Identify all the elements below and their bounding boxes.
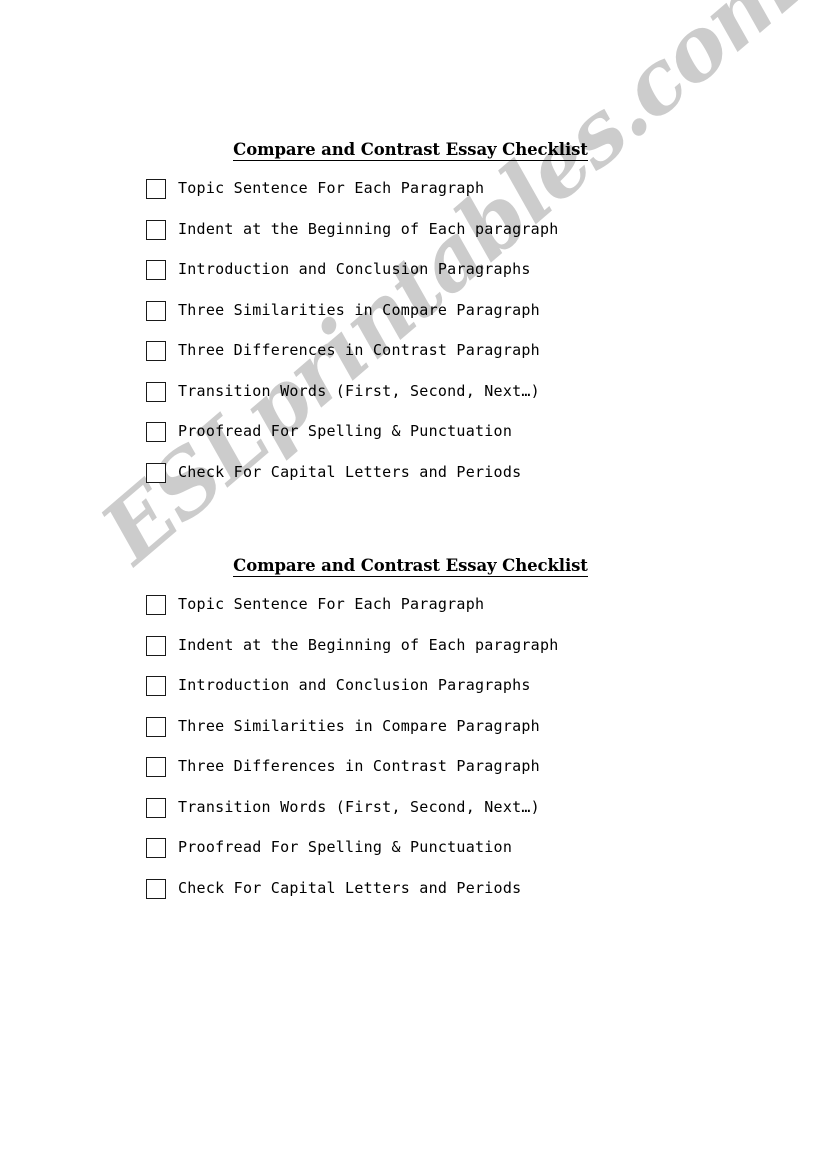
checkbox-icon[interactable] (146, 179, 166, 199)
checklist-item-label: Transition Words (First, Second, Next…) (178, 797, 540, 816)
checklist-item[interactable]: Transition Words (First, Second, Next…) (0, 379, 821, 420)
checklist-item[interactable]: Check For Capital Letters and Periods (0, 876, 821, 917)
checklist-item-label: Introduction and Conclusion Paragraphs (178, 676, 531, 694)
checklist-item-label: Topic Sentence For Each Paragraph (178, 595, 485, 613)
checklist-item[interactable]: Indent at the Beginning of Each paragrap… (0, 633, 821, 674)
checklist-item[interactable]: Proofread For Spelling & Punctuation (0, 419, 821, 460)
checklist-items-1: Topic Sentence For Each Paragraph Indent… (0, 176, 821, 500)
checklist-items-2: Topic Sentence For Each Paragraph Indent… (0, 592, 821, 916)
checklist-item[interactable]: Introduction and Conclusion Paragraphs (0, 257, 821, 298)
checklist-item[interactable]: Topic Sentence For Each Paragraph (0, 592, 821, 633)
checklist-title-1-text: Compare and Contrast Essay Checklist (233, 140, 588, 161)
checklist-item[interactable]: Topic Sentence For Each Paragraph (0, 176, 821, 217)
checkbox-icon[interactable] (146, 300, 166, 321)
checklist-item[interactable]: Three Similarities in Compare Paragraph (0, 298, 821, 339)
checklist-item[interactable]: Transition Words (First, Second, Next…) (0, 795, 821, 836)
checklist-item-label: Introduction and Conclusion Paragraphs (178, 260, 531, 278)
checkbox-icon[interactable] (146, 797, 166, 818)
checkbox-icon[interactable] (146, 260, 166, 280)
checklist-item[interactable]: Three Similarities in Compare Paragraph (0, 714, 821, 755)
checklist-item[interactable]: Three Differences in Contrast Paragraph (0, 754, 821, 795)
checklist-item-label: Check For Capital Letters and Periods (178, 462, 522, 481)
checklist-item-label: Three Similarities in Compare Paragraph (178, 300, 540, 319)
checkbox-icon[interactable] (146, 341, 166, 361)
checklist-item-label: Three Differences in Contrast Paragraph (178, 341, 540, 359)
checklist-title-2-text: Compare and Contrast Essay Checklist (233, 556, 588, 577)
checklist-item-label: Three Similarities in Compare Paragraph (178, 716, 540, 735)
checklist-item-label: Three Differences in Contrast Paragraph (178, 757, 540, 775)
checklist-item-label: Indent at the Beginning of Each paragrap… (178, 219, 559, 238)
checklist-item-label: Transition Words (First, Second, Next…) (178, 381, 540, 400)
checkbox-icon[interactable] (146, 757, 166, 777)
checkbox-icon[interactable] (146, 838, 166, 858)
checklist-item-label: Proofread For Spelling & Punctuation (178, 838, 513, 856)
checkbox-icon[interactable] (146, 219, 166, 240)
checkbox-icon[interactable] (146, 676, 166, 696)
checkbox-icon[interactable] (146, 462, 166, 483)
checkbox-icon[interactable] (146, 635, 166, 656)
checkbox-icon[interactable] (146, 716, 166, 737)
worksheet-page: ESLprintables.com Compare and Contrast E… (0, 0, 821, 1169)
checklist-block-1: Compare and Contrast Essay Checklist Top… (0, 140, 821, 500)
checklist-item[interactable]: Introduction and Conclusion Paragraphs (0, 673, 821, 714)
checkbox-icon[interactable] (146, 381, 166, 402)
checklist-item-label: Proofread For Spelling & Punctuation (178, 422, 513, 440)
checklist-item-label: Check For Capital Letters and Periods (178, 878, 522, 897)
checklist-item[interactable]: Proofread For Spelling & Punctuation (0, 835, 821, 876)
checkbox-icon[interactable] (146, 595, 166, 615)
checkbox-icon[interactable] (146, 878, 166, 899)
checklist-item-label: Topic Sentence For Each Paragraph (178, 179, 485, 197)
checklist-item[interactable]: Check For Capital Letters and Periods (0, 460, 821, 501)
checklist-item[interactable]: Three Differences in Contrast Paragraph (0, 338, 821, 379)
checklist-title-1: Compare and Contrast Essay Checklist (0, 140, 821, 161)
checkbox-icon[interactable] (146, 422, 166, 442)
checklist-block-2: Compare and Contrast Essay Checklist Top… (0, 556, 821, 916)
checklist-item-label: Indent at the Beginning of Each paragrap… (178, 635, 559, 654)
checklist-title-2: Compare and Contrast Essay Checklist (0, 556, 821, 577)
checklist-item[interactable]: Indent at the Beginning of Each paragrap… (0, 217, 821, 258)
